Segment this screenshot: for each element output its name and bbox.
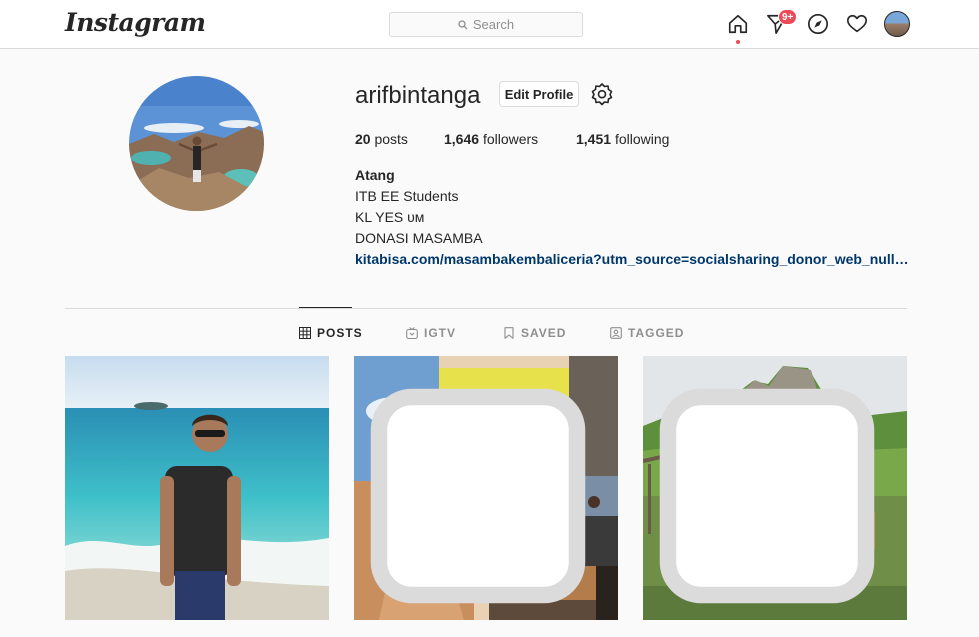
multiple-images-icon [659,388,875,604]
tab-label: IGTV [424,326,457,340]
profile-username: arifbintanga [355,82,481,109]
search-placeholder: Search [472,17,515,32]
post-thumbnail[interactable] [354,356,618,620]
home-active-dot [736,40,740,44]
profile-full-name: Atang [355,167,395,183]
followers-count[interactable]: 1,646 followers [444,131,576,147]
bio-line: ITB EE Students [355,188,459,204]
tab-saved[interactable]: SAVED [503,326,566,340]
post-image-beach [65,356,329,620]
tab-label: POSTS [317,326,363,340]
tab-igtv[interactable]: IGTV [406,326,456,340]
bio-website-link[interactable]: kitabisa.com/masambakembaliceria?utm_sou… [355,251,910,267]
tabs-divider [65,308,907,309]
bookmark-icon [504,327,514,339]
profile-photo-image [129,76,264,211]
search-icon [458,19,468,29]
instagram-logo[interactable]: Instagram [65,8,206,37]
grid-icon [299,327,311,339]
edit-profile-button[interactable]: Edit Profile [499,81,579,107]
tab-label: TAGGED [628,326,685,340]
top-nav-bar: Instagram Search 9+ [0,0,979,49]
tagged-icon [610,327,622,339]
active-tab-indicator [299,307,352,308]
explore-icon[interactable] [806,12,830,36]
followers-label: followers [482,131,539,147]
post-thumbnail[interactable] [643,356,907,620]
profile-avatar-nav[interactable] [884,11,910,37]
activity-heart-icon[interactable] [845,12,869,36]
igtv-icon [406,327,418,339]
posts-number: 20 [355,131,371,147]
following-number: 1,451 [576,131,612,147]
profile-picture[interactable] [129,76,264,211]
bio-line: KL YES ᴜᴍ [355,209,425,225]
home-icon[interactable] [726,12,750,36]
profile-stats: 20 posts 1,646 followers 1,451 following [355,131,669,147]
tab-label: SAVED [521,326,567,340]
direct-badge: 9+ [778,9,798,25]
post-thumbnail[interactable] [65,356,329,620]
tab-posts[interactable]: POSTS [299,326,363,340]
multiple-images-icon [370,388,586,604]
following-count[interactable]: 1,451 following [576,131,669,147]
search-input[interactable]: Search [389,12,583,37]
settings-gear-icon[interactable] [590,82,614,106]
followers-number: 1,646 [444,131,480,147]
posts-label: posts [374,131,408,147]
tab-tagged[interactable]: TAGGED [610,326,684,340]
following-label: following [614,131,670,147]
posts-count: 20 posts [355,131,444,147]
bio-line: DONASI MASAMBA [355,230,483,246]
